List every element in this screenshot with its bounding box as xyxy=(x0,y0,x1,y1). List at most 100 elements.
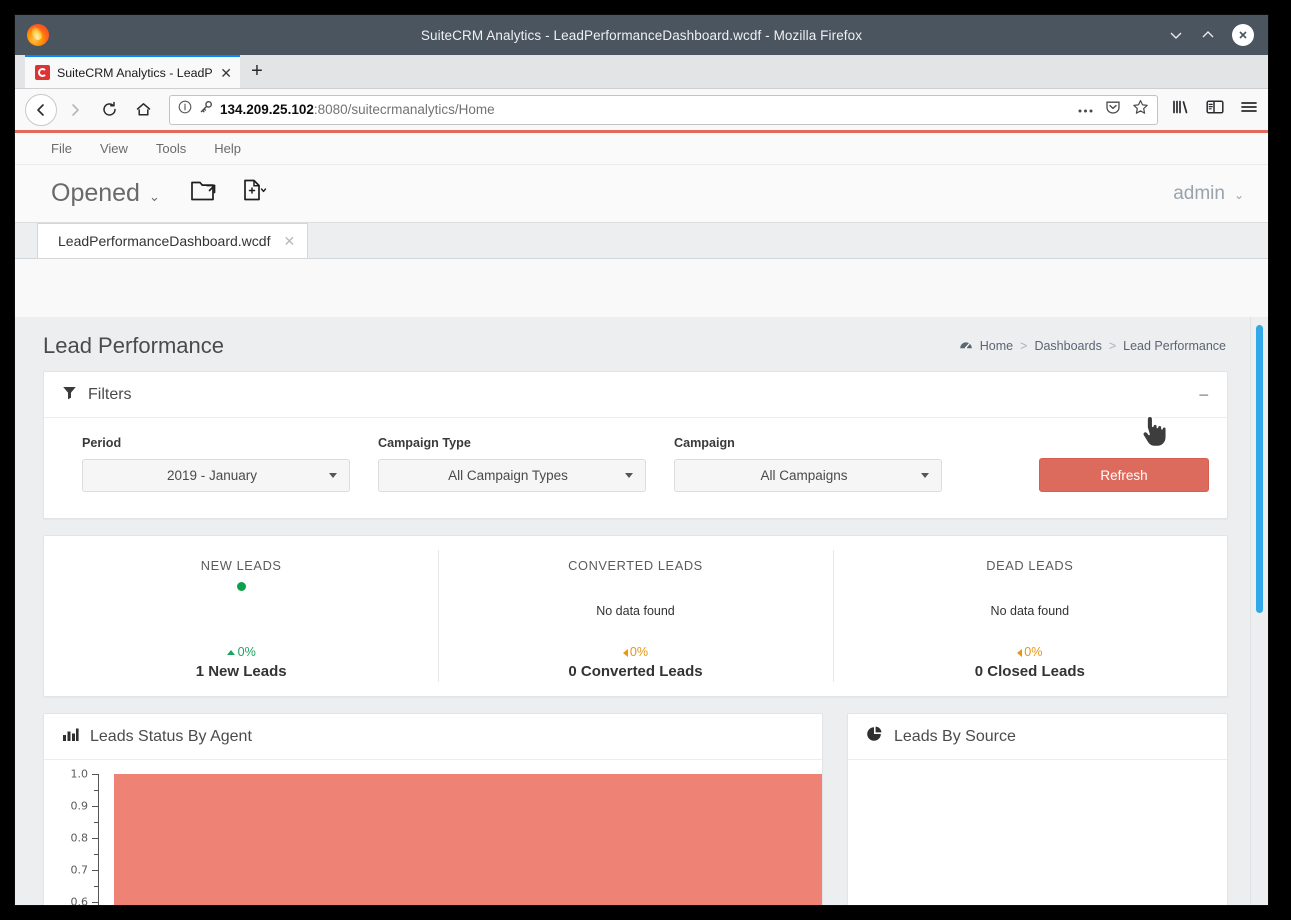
kpi-delta-value: 0% xyxy=(1024,645,1042,659)
user-menu-label: admin xyxy=(1173,183,1225,205)
page-info-icon[interactable] xyxy=(178,100,192,119)
menu-item-tools[interactable]: Tools xyxy=(156,141,186,156)
y-axis-minor-tick xyxy=(94,790,98,791)
kpi-title: NEW LEADS xyxy=(54,558,428,573)
campaign-type-select[interactable]: All Campaign Types xyxy=(378,459,646,492)
open-folder-icon[interactable] xyxy=(190,178,220,209)
refresh-button[interactable]: Refresh xyxy=(1039,458,1209,492)
application-toolbar: Opened ⌄ admin ⌄ xyxy=(15,165,1268,223)
bar-chart-y-axis: 1.0 0.9 0.8 0.7 0.6 0.5 xyxy=(44,774,98,905)
firefox-logo-icon xyxy=(27,24,49,46)
filters-panel: Filters − Period 2019 - January Campaign… xyxy=(43,371,1228,519)
bar-chart-header: Leads Status By Agent xyxy=(44,714,822,760)
tab-close-icon[interactable]: ✕ xyxy=(220,66,232,80)
pie-chart-body[interactable]: Campaign xyxy=(848,760,1227,905)
chevron-down-icon xyxy=(329,473,337,478)
y-axis-tick xyxy=(92,870,98,871)
bar-series-new[interactable] xyxy=(114,774,822,905)
opened-label: Opened xyxy=(51,179,140,208)
kpi-card-new-leads: NEW LEADS 0% 1 New Leads xyxy=(44,536,438,696)
filters-body: Period 2019 - January Campaign Type All … xyxy=(44,418,1227,518)
user-menu[interactable]: admin ⌄ xyxy=(1173,183,1244,205)
y-axis-tick xyxy=(92,838,98,839)
dashboard-gauge-icon xyxy=(959,338,973,355)
campaign-select[interactable]: All Campaigns xyxy=(674,459,942,492)
filter-field-period: Period 2019 - January xyxy=(54,436,350,492)
kpi-delta-value: 0% xyxy=(238,645,256,659)
menu-item-help[interactable]: Help xyxy=(214,141,241,156)
kpi-title: CONVERTED LEADS xyxy=(448,558,822,573)
collapse-panel-button[interactable]: − xyxy=(1198,386,1209,404)
kpi-value: 0 Converted Leads xyxy=(448,663,822,680)
back-button[interactable] xyxy=(25,94,57,126)
filters-panel-header: Filters − xyxy=(44,372,1227,418)
menu-item-view[interactable]: View xyxy=(100,141,128,156)
home-button[interactable] xyxy=(127,94,159,126)
kpi-card-converted-leads: CONVERTED LEADS No data found 0% 0 Conve… xyxy=(438,536,832,696)
kpi-delta-value: 0% xyxy=(630,645,648,659)
page-title: Lead Performance xyxy=(43,333,224,359)
page-actions-ellipsis-icon[interactable] xyxy=(1077,101,1094,119)
kpi-delta: 0% xyxy=(54,645,428,659)
new-file-icon[interactable] xyxy=(242,178,270,209)
window-title: SuiteCRM Analytics - LeadPerformanceDash… xyxy=(15,28,1268,43)
charts-row: Leads Status By Agent 1.0 0.9 0.8 0.7 0.… xyxy=(43,713,1228,905)
breadcrumb-dashboards[interactable]: Dashboards xyxy=(1034,339,1101,353)
pie-chart-title: Leads By Source xyxy=(894,728,1016,746)
y-axis-minor-tick xyxy=(94,822,98,823)
maximize-button[interactable] xyxy=(1200,27,1216,43)
close-button[interactable] xyxy=(1232,24,1254,46)
reload-button[interactable] xyxy=(93,94,125,126)
url-host: 134.209.25.102 xyxy=(220,102,314,117)
content-scrollbar-thumb[interactable] xyxy=(1256,325,1263,613)
library-icon[interactable] xyxy=(1172,99,1190,120)
bookmark-star-icon[interactable] xyxy=(1132,99,1149,121)
window-titlebar: SuiteCRM Analytics - LeadPerformanceDash… xyxy=(15,15,1268,55)
chevron-down-icon xyxy=(921,473,929,478)
sidebar-icon[interactable] xyxy=(1206,99,1224,120)
document-tab-strip: LeadPerformanceDashboard.wcdf ✕ xyxy=(15,223,1268,259)
chevron-down-icon xyxy=(625,473,633,478)
opened-dropdown[interactable]: Opened ⌄ xyxy=(51,179,160,208)
document-tab-leadperformancedashboard[interactable]: LeadPerformanceDashboard.wcdf ✕ xyxy=(37,223,308,258)
minimize-button[interactable] xyxy=(1168,27,1184,43)
period-select-value: 2019 - January xyxy=(95,468,329,483)
bar-chart-title: Leads Status By Agent xyxy=(90,728,252,746)
content-scrollbar-track[interactable] xyxy=(1250,317,1268,905)
browser-tab-strip: SuiteCRM Analytics - LeadP ✕ + xyxy=(15,55,1268,89)
triangle-up-icon xyxy=(227,650,235,655)
window-controls xyxy=(1168,24,1268,46)
key-icon[interactable] xyxy=(199,100,213,119)
triangle-left-icon xyxy=(623,649,628,657)
filter-field-campaign-type: Campaign Type All Campaign Types xyxy=(350,436,646,492)
browser-tab[interactable]: SuiteCRM Analytics - LeadP ✕ xyxy=(25,55,240,88)
url-text: 134.209.25.102:8080/suitecrmanalytics/Ho… xyxy=(220,102,495,117)
y-tick-label: 0.7 xyxy=(71,864,89,877)
new-tab-button[interactable]: + xyxy=(240,55,274,88)
dashboard-content: Lead Performance Home > Dashboards > Lea… xyxy=(15,317,1268,905)
hamburger-menu-icon[interactable] xyxy=(1240,99,1258,120)
browser-tab-label: SuiteCRM Analytics - LeadP xyxy=(57,66,213,80)
y-tick-label: 0.6 xyxy=(71,896,89,906)
url-bar[interactable]: 134.209.25.102:8080/suitecrmanalytics/Ho… xyxy=(169,95,1158,125)
leads-status-by-agent-panel: Leads Status By Agent 1.0 0.9 0.8 0.7 0.… xyxy=(43,713,823,905)
leads-by-source-panel: Leads By Source Campaign xyxy=(847,713,1228,905)
y-axis-tick xyxy=(92,806,98,807)
pie-chart-header: Leads By Source xyxy=(848,714,1227,760)
kpi-no-data-message: No data found xyxy=(991,604,1070,618)
menu-item-file[interactable]: File xyxy=(51,141,72,156)
y-axis-line xyxy=(98,774,99,905)
pie-chart-icon xyxy=(866,726,883,747)
period-select[interactable]: 2019 - January xyxy=(82,459,350,492)
y-axis-tick xyxy=(92,774,98,775)
application-menubar: File View Tools Help xyxy=(15,133,1268,165)
breadcrumb: Home > Dashboards > Lead Performance xyxy=(959,338,1226,355)
campaign-type-select-value: All Campaign Types xyxy=(391,468,625,483)
kpi-sparkline-point xyxy=(237,582,246,591)
breadcrumb-home[interactable]: Home xyxy=(980,339,1013,353)
bar-chart-body[interactable]: 1.0 0.9 0.8 0.7 0.6 0.5 xyxy=(44,760,822,905)
forward-button[interactable] xyxy=(59,94,91,126)
breadcrumb-separator: > xyxy=(1109,339,1116,353)
pocket-icon[interactable] xyxy=(1105,99,1121,120)
document-tab-close-icon[interactable]: ✕ xyxy=(283,233,295,250)
